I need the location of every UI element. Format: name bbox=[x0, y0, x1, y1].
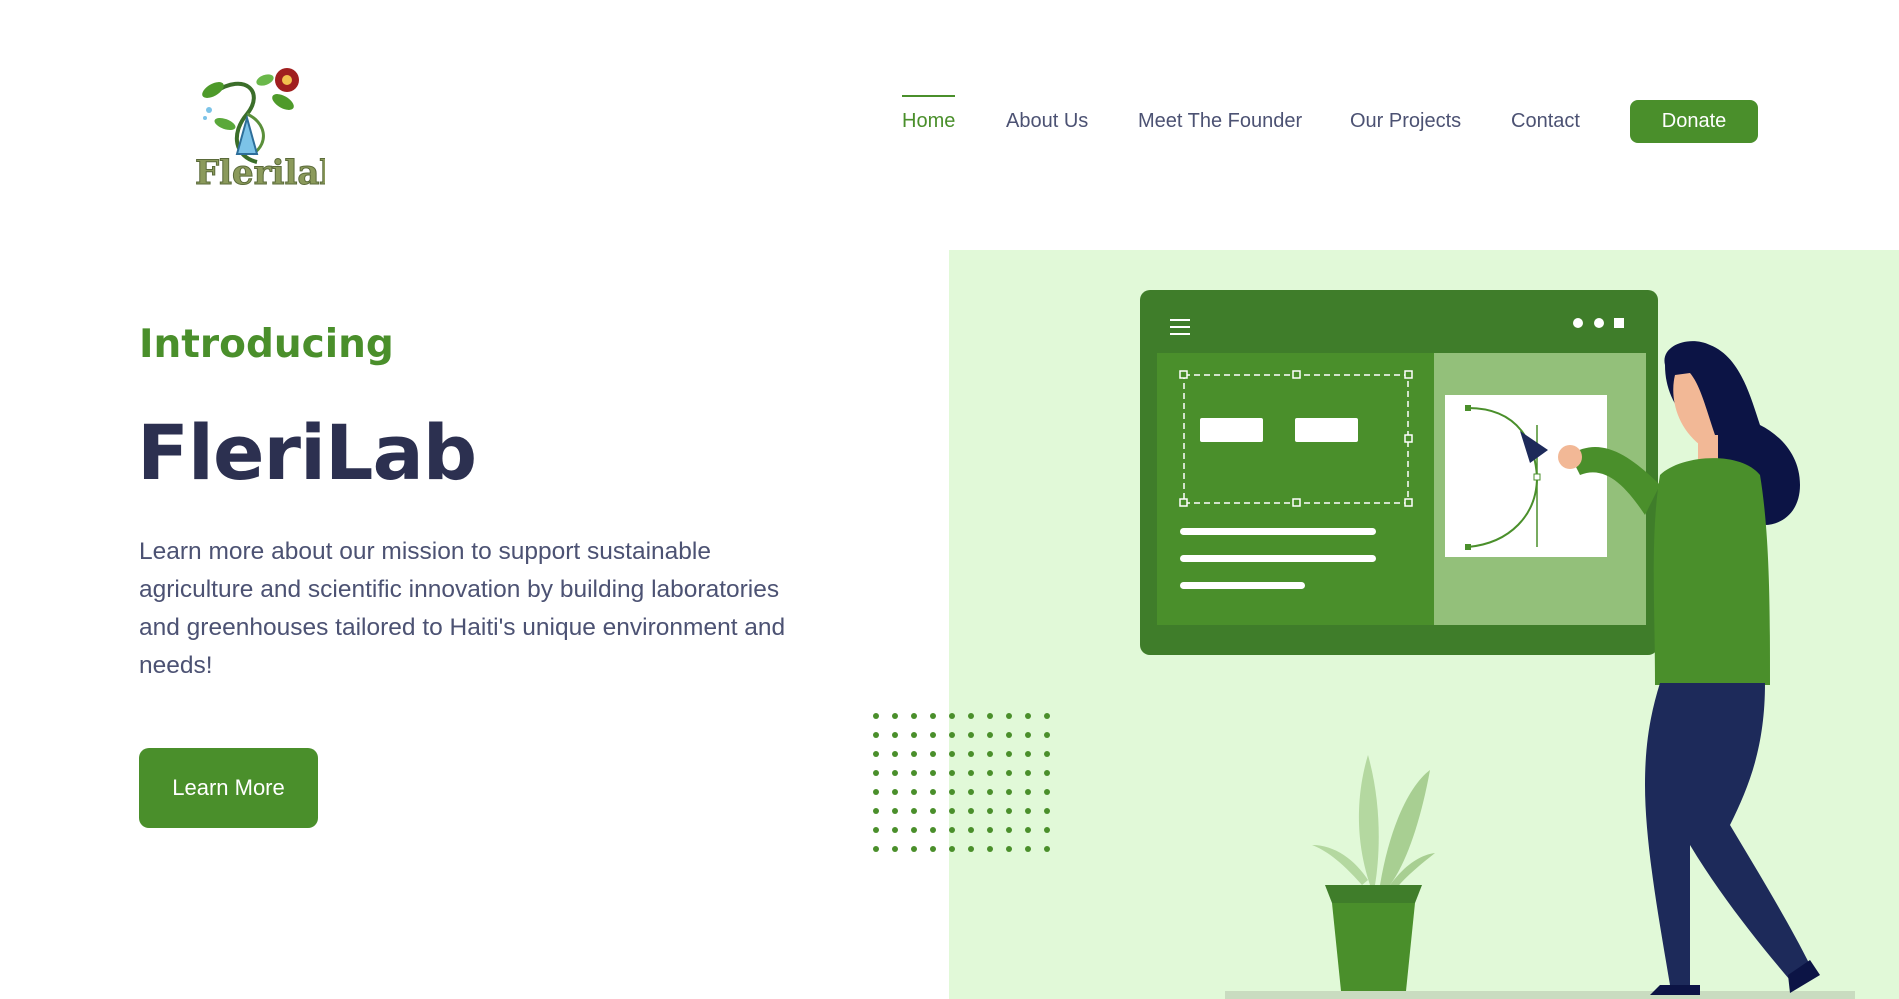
learn-more-button[interactable]: Learn More bbox=[139, 748, 318, 828]
nav-item-about-us[interactable]: About Us bbox=[1006, 110, 1088, 133]
nav-item-label: Our Projects bbox=[1350, 110, 1462, 132]
curve-editor-panel bbox=[1445, 395, 1607, 557]
character-shirt bbox=[1653, 458, 1770, 685]
logo-text: Flerilab bbox=[195, 153, 325, 190]
hero-description: Learn more about our mission to support … bbox=[139, 538, 786, 679]
donate-button[interactable]: Donate bbox=[1630, 100, 1758, 143]
nav-item-our-projects[interactable]: Our Projects bbox=[1350, 110, 1461, 133]
nav-item-label: Contact bbox=[1511, 110, 1580, 132]
nav-item-home[interactable]: Home bbox=[902, 95, 956, 133]
character-pants bbox=[1645, 683, 1810, 985]
potted-plant bbox=[1312, 755, 1435, 991]
window-dots-icon bbox=[1573, 318, 1624, 328]
logo-flower-icon: Flerilab bbox=[195, 68, 344, 194]
dot-grid-decoration bbox=[873, 713, 1050, 852]
nav-item-contact[interactable]: Contact bbox=[1511, 110, 1580, 133]
hero-title: FleriLab bbox=[137, 408, 477, 497]
hero-tagline: Introducing bbox=[139, 322, 394, 367]
nav-item-label: Meet The Founder bbox=[1138, 110, 1303, 132]
nav-item-meet-the-founder[interactable]: Meet The Founder bbox=[1138, 110, 1302, 133]
hero-illustration bbox=[1140, 290, 1855, 999]
site-logo[interactable]: Flerilab bbox=[185, 62, 344, 194]
floor-line bbox=[1225, 991, 1855, 999]
nav-item-label: Home bbox=[902, 110, 956, 132]
active-indicator bbox=[902, 95, 956, 97]
nav-item-label: About Us bbox=[1006, 110, 1089, 132]
